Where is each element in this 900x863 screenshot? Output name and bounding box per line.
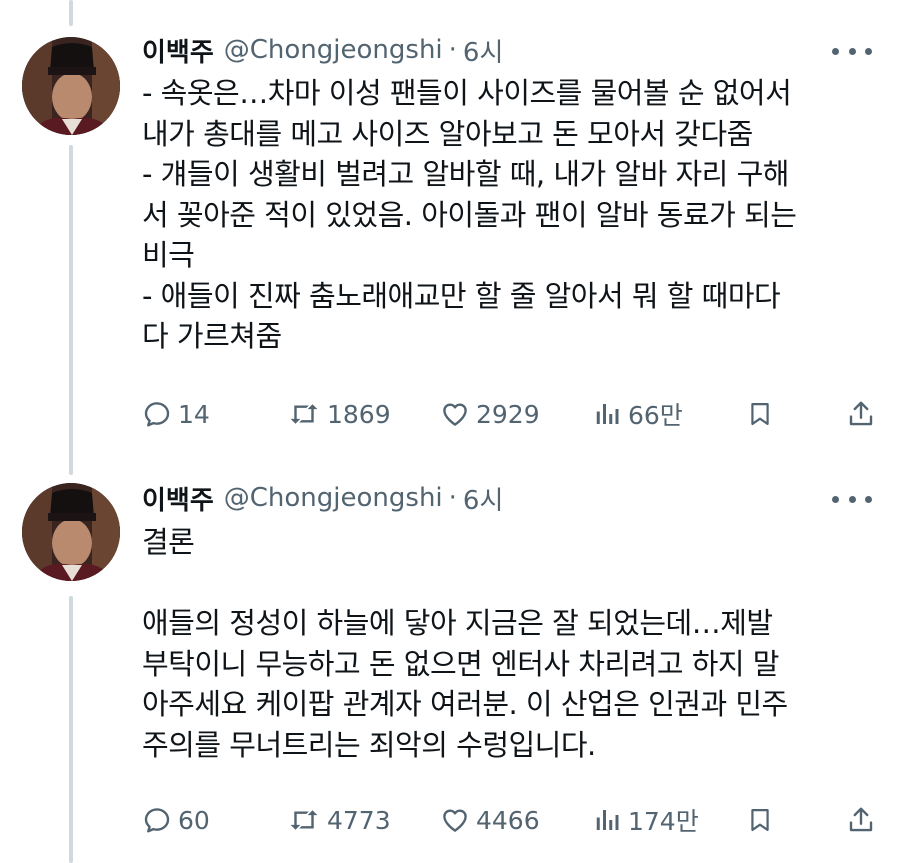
- retweet-button[interactable]: 4773: [287, 800, 391, 840]
- share-icon: [846, 399, 876, 429]
- reply-button[interactable]: 60: [142, 800, 210, 840]
- bookmark-button[interactable]: [746, 800, 774, 840]
- more-icon[interactable]: [832, 484, 872, 514]
- retweet-icon: [287, 805, 321, 835]
- like-count: 4466: [476, 805, 540, 835]
- timestamp[interactable]: 6시: [463, 32, 503, 69]
- tweet-text: 결론 애들의 정성이 하늘에 닿아 지금은 잘 되었는데…제발 부탁이니 무능하…: [142, 525, 788, 762]
- share-button[interactable]: [846, 800, 876, 840]
- separator-dot: ·: [448, 483, 457, 513]
- tweet-header: 이백주 @Chongjeongshi · 6시: [142, 30, 503, 70]
- like-button[interactable]: 4466: [440, 800, 540, 840]
- retweet-icon: [287, 399, 321, 429]
- heart-icon: [440, 805, 470, 835]
- like-count: 2929: [476, 399, 540, 429]
- share-button[interactable]: [846, 394, 876, 434]
- tweet[interactable]: 이백주 @Chongjeongshi · 6시 결론 애들의 정성이 하늘에 닿…: [0, 470, 900, 863]
- tweet-text: - 속옷은…차마 이성 팬들이 사이즈를 물어볼 순 없어서 내가 총대를 메고…: [142, 76, 797, 353]
- reply-button[interactable]: 14: [142, 394, 210, 434]
- avatar[interactable]: [22, 37, 120, 135]
- author-name[interactable]: 이백주: [142, 480, 214, 517]
- view-count: 66만: [628, 401, 683, 430]
- views-icon: [594, 805, 622, 835]
- bookmark-icon: [746, 805, 774, 835]
- retweet-button[interactable]: 1869: [287, 394, 391, 434]
- retweet-count: 1869: [327, 399, 391, 429]
- reply-icon: [142, 399, 172, 429]
- author-handle[interactable]: @Chongjeongshi: [224, 483, 443, 513]
- heart-icon: [440, 399, 470, 429]
- author-name[interactable]: 이백주: [142, 32, 214, 69]
- views-button[interactable]: 174만: [594, 800, 699, 840]
- bookmark-button[interactable]: [746, 394, 774, 434]
- bookmark-icon: [746, 399, 774, 429]
- retweet-count: 4773: [327, 805, 391, 835]
- avatar[interactable]: [22, 483, 120, 581]
- reply-count: 60: [178, 805, 210, 835]
- timestamp[interactable]: 6시: [463, 480, 503, 517]
- views-icon: [594, 399, 622, 429]
- tweet[interactable]: 이백주 @Chongjeongshi · 6시 - 속옷은…차마 이성 팬들이 …: [0, 0, 900, 470]
- reply-count: 14: [178, 399, 210, 429]
- share-icon: [846, 805, 876, 835]
- views-button[interactable]: 66만: [594, 394, 683, 434]
- separator-dot: ·: [448, 35, 457, 65]
- action-bar: 60 4773 4466 174만: [142, 800, 882, 840]
- tweet-header: 이백주 @Chongjeongshi · 6시: [142, 478, 503, 518]
- more-icon[interactable]: [832, 36, 872, 66]
- like-button[interactable]: 2929: [440, 394, 540, 434]
- view-count: 174만: [628, 807, 699, 836]
- action-bar: 14 1869 2929 66만: [142, 394, 882, 434]
- author-handle[interactable]: @Chongjeongshi: [224, 35, 443, 65]
- reply-icon: [142, 805, 172, 835]
